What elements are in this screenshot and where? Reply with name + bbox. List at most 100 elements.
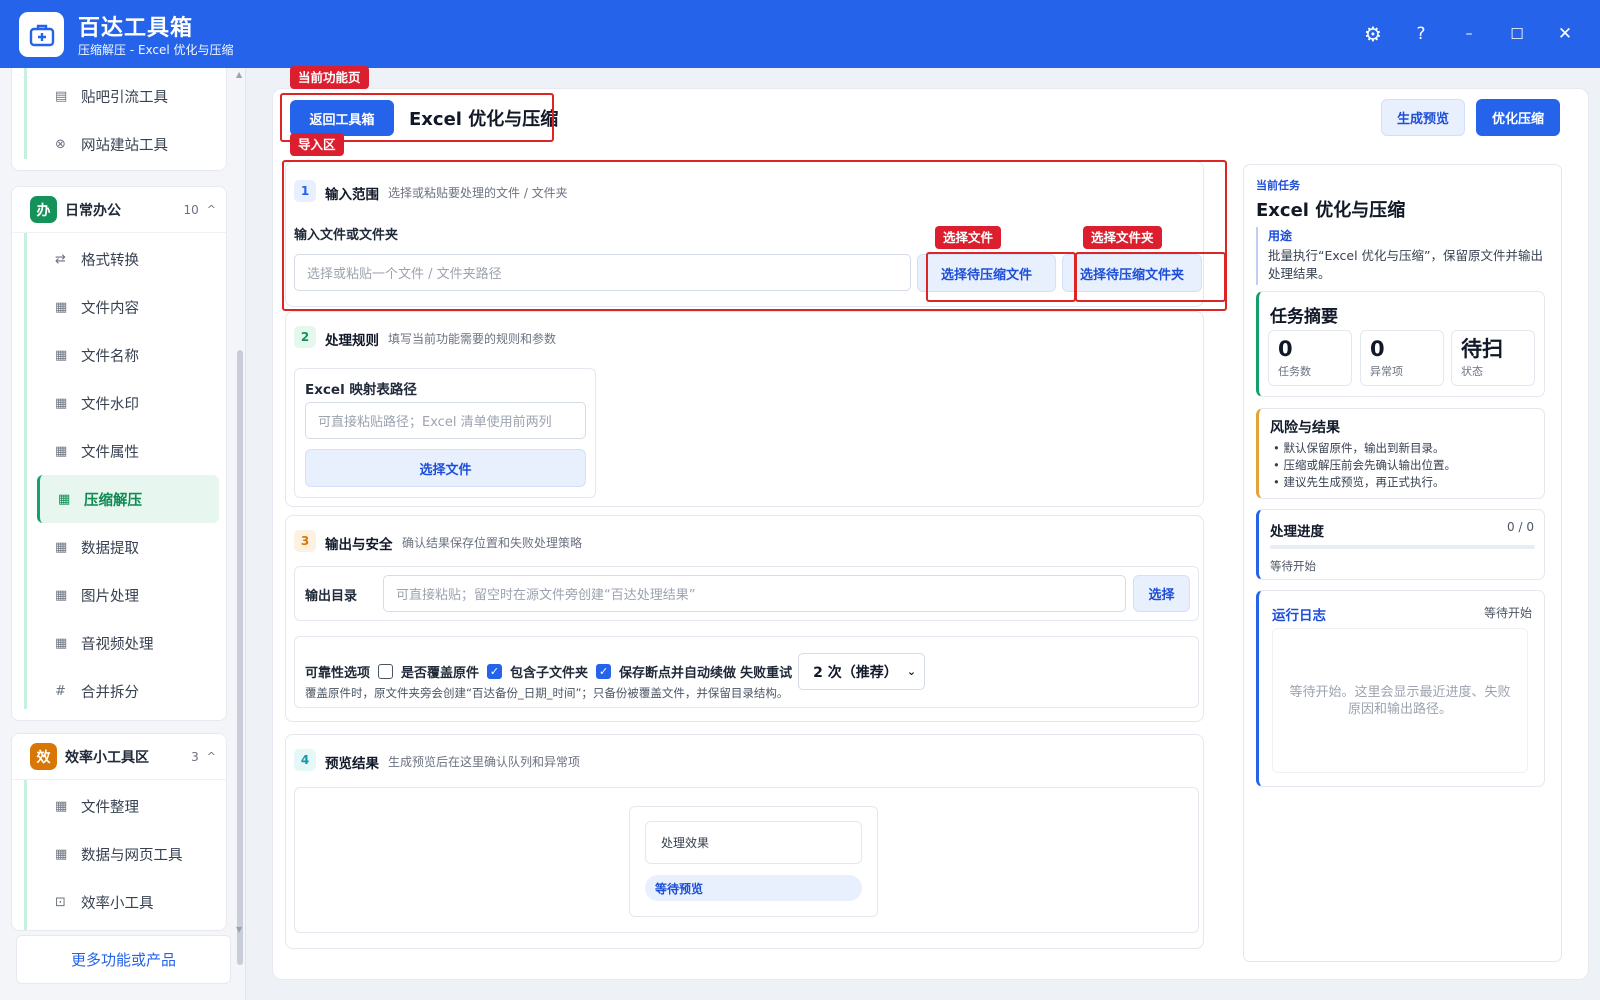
group-badge: 办 bbox=[30, 196, 57, 223]
more-products-button[interactable]: 更多功能或产品 bbox=[16, 935, 231, 984]
log-status: 等待开始 bbox=[1483, 606, 1532, 620]
summary-title: 任务摘要 bbox=[1270, 307, 1338, 327]
sidebar-item-label: 文件属性 bbox=[81, 444, 139, 461]
risk-title: 风险与结果 bbox=[1270, 420, 1340, 436]
sidebar-item-label: 文件名称 bbox=[81, 348, 139, 365]
maximize-icon[interactable]: ☐ bbox=[1503, 20, 1531, 48]
page-title: Excel 优化与压缩 bbox=[409, 109, 559, 130]
group-count: 3 bbox=[191, 749, 199, 764]
sidebar-item-label: 合并拆分 bbox=[81, 684, 139, 701]
gear-icon[interactable]: ⚙ bbox=[1359, 20, 1387, 48]
step-title: 处理规则 bbox=[325, 333, 379, 349]
stat-label: 异常项 bbox=[1370, 365, 1403, 378]
input-path-field[interactable]: 选择或粘贴一个文件 / 文件夹路径 bbox=[294, 254, 911, 291]
subfolders-checkbox[interactable]: ✓ bbox=[487, 664, 503, 679]
sidebar-item-mini-tools[interactable]: ⊡ 效率小工具 bbox=[12, 878, 226, 926]
purpose-text: 批量执行“Excel 优化与压缩”，保留原文件并输出处理结果。 bbox=[1268, 248, 1544, 281]
purpose-label: 用途 bbox=[1268, 229, 1293, 243]
step-title: 预览结果 bbox=[325, 756, 379, 772]
select-compress-folder-button[interactable]: 选择待压缩文件夹 bbox=[1062, 254, 1202, 292]
chevron-up-icon[interactable]: ^ bbox=[207, 750, 216, 763]
sidebar-item-media[interactable]: ▦ 音视频处理 bbox=[12, 619, 226, 667]
chevron-up-icon[interactable]: ^ bbox=[207, 203, 216, 216]
grid-icon: ▦ bbox=[55, 443, 68, 459]
close-icon[interactable]: ✕ bbox=[1551, 20, 1579, 48]
sidebar-item-label: 文件水印 bbox=[81, 396, 139, 413]
sidebar-item-file-organize[interactable]: ▦ 文件整理 bbox=[12, 782, 226, 830]
grid-icon: ▦ bbox=[55, 539, 68, 555]
sidebar-item-watermark[interactable]: ▦ 文件水印 bbox=[12, 379, 226, 427]
preview-card: 处理效果 等待预览 bbox=[629, 806, 878, 917]
scroll-up-icon[interactable]: ▲ bbox=[236, 70, 242, 79]
sidebar-item-file-name[interactable]: ▦ 文件名称 bbox=[12, 331, 226, 379]
swap-icon: ⇄ bbox=[55, 251, 66, 267]
log-output: 等待开始。这里会显示最近进度、失败原因和输出路径。 bbox=[1272, 628, 1528, 773]
output-row: 输出目录 可直接粘贴；留空时在源文件旁创建“百达处理结果” 选择 bbox=[294, 566, 1199, 621]
overwrite-checkbox[interactable] bbox=[378, 664, 394, 679]
retry-select[interactable]: 2 次（推荐） ⌄ bbox=[798, 653, 926, 690]
task-side-panel: 当前任务 Excel 优化与压缩 用途 批量执行“Excel 优化与压缩”，保留… bbox=[1243, 164, 1562, 962]
back-to-toolbox-button[interactable]: 返回工具箱 bbox=[290, 100, 394, 136]
minimize-icon[interactable]: – bbox=[1455, 20, 1483, 48]
grid-icon: ▦ bbox=[55, 395, 68, 411]
sidebar-group-header[interactable]: 办 日常办公 10 ^ bbox=[12, 187, 226, 233]
sidebar-group-header[interactable]: 效 效率小工具区 3 ^ bbox=[12, 734, 226, 780]
select-mapping-file-button[interactable]: 选择文件 bbox=[305, 449, 586, 487]
task-title: Excel 优化与压缩 bbox=[1256, 200, 1406, 221]
select-output-button[interactable]: 选择 bbox=[1133, 575, 1190, 612]
generate-preview-button[interactable]: 生成预览 bbox=[1381, 99, 1465, 136]
sidebar-item-label: 文件整理 bbox=[81, 799, 139, 816]
output-dir-field[interactable]: 可直接粘贴；留空时在源文件旁创建“百达处理结果” bbox=[383, 575, 1126, 612]
option-label: 保存断点并自动续做 bbox=[619, 666, 737, 681]
group-badge: 效 bbox=[30, 743, 57, 770]
preview-status-badge: 等待预览 bbox=[645, 875, 862, 901]
sidebar-item-label: 数据与网页工具 bbox=[81, 847, 183, 864]
sidebar-item-label: 文件内容 bbox=[81, 300, 139, 317]
sidebar-item-image[interactable]: ▦ 图片处理 bbox=[12, 571, 226, 619]
box-icon: ⊡ bbox=[55, 894, 66, 910]
progress-count: 0 / 0 bbox=[1507, 520, 1534, 534]
sidebar-item-data-web[interactable]: ▦ 数据与网页工具 bbox=[12, 830, 226, 878]
help-icon[interactable]: ? bbox=[1407, 20, 1435, 48]
sidebar-item-merge-split[interactable]: # 合并拆分 bbox=[12, 667, 226, 715]
sidebar-item-label: 数据提取 bbox=[81, 540, 139, 557]
select-file-annotation: 选择文件 bbox=[935, 226, 1002, 249]
scroll-down-icon[interactable]: ▼ bbox=[236, 925, 242, 934]
risk-item: • 压缩或解压前会先确认输出位置。 bbox=[1273, 458, 1456, 472]
sidebar-item-format-convert[interactable]: ⇄ 格式转换 bbox=[12, 235, 226, 283]
sidebar-item-label: 网站建站工具 bbox=[81, 137, 168, 154]
stat-tasks: 0 任务数 bbox=[1268, 330, 1352, 386]
mapping-path-field[interactable]: 可直接粘贴路径；Excel 清单使用前两列 bbox=[305, 402, 586, 439]
risk-item-text: 建议先生成预览，再正式执行。 bbox=[1283, 475, 1445, 489]
sidebar-item-website[interactable]: ⊗ 网站建站工具 bbox=[12, 120, 226, 168]
risk-item-text: 压缩或解压前会先确认输出位置。 bbox=[1283, 458, 1456, 472]
app-logo bbox=[19, 12, 64, 57]
sidebar-item-label: 贴吧引流工具 bbox=[81, 89, 168, 106]
grid-icon: ▦ bbox=[55, 798, 68, 814]
grid-icon: ▦ bbox=[55, 635, 68, 651]
grid-icon: ▦ bbox=[55, 846, 68, 862]
sidebar-scrollbar[interactable] bbox=[237, 350, 243, 965]
sidebar-item-data-extract[interactable]: ▦ 数据提取 bbox=[12, 523, 226, 571]
sidebar-item-tieba[interactable]: ▤ 贴吧引流工具 bbox=[12, 72, 226, 120]
optimize-compress-button[interactable]: 优化压缩 bbox=[1476, 99, 1560, 136]
sidebar-item-file-attributes[interactable]: ▦ 文件属性 bbox=[12, 427, 226, 475]
sidebar-item-file-content[interactable]: ▦ 文件内容 bbox=[12, 283, 226, 331]
step-title: 输入范围 bbox=[325, 187, 379, 203]
field-label: 可靠性选项 bbox=[305, 666, 371, 681]
field-label: Excel 映射表路径 bbox=[305, 382, 417, 398]
risk-item: • 默认保留原件，输出到新目录。 bbox=[1273, 441, 1445, 455]
log-title: 运行日志 bbox=[1272, 608, 1326, 624]
mapping-card: Excel 映射表路径 可直接粘贴路径；Excel 清单使用前两列 选择文件 bbox=[294, 368, 596, 498]
resume-checkbox[interactable]: ✓ bbox=[596, 664, 612, 679]
section-output: 3 输出与安全 确认结果保存位置和失败处理策略 输出目录 可直接粘贴；留空时在源… bbox=[285, 515, 1204, 722]
select-compress-file-button[interactable]: 选择待压缩文件 bbox=[917, 254, 1056, 292]
sidebar-item-label: 音视频处理 bbox=[81, 636, 154, 653]
sidebar-item-label: 图片处理 bbox=[81, 588, 139, 605]
doc-icon: ▤ bbox=[55, 88, 68, 104]
import-area-annotation: 导入区 bbox=[290, 133, 344, 156]
risk-item-text: 默认保留原件，输出到新目录。 bbox=[1283, 441, 1445, 455]
step-number: 4 bbox=[294, 749, 316, 771]
field-label: 输入文件或文件夹 bbox=[294, 228, 399, 243]
sidebar-item-compress[interactable]: ▦ 压缩解压 bbox=[37, 475, 219, 523]
